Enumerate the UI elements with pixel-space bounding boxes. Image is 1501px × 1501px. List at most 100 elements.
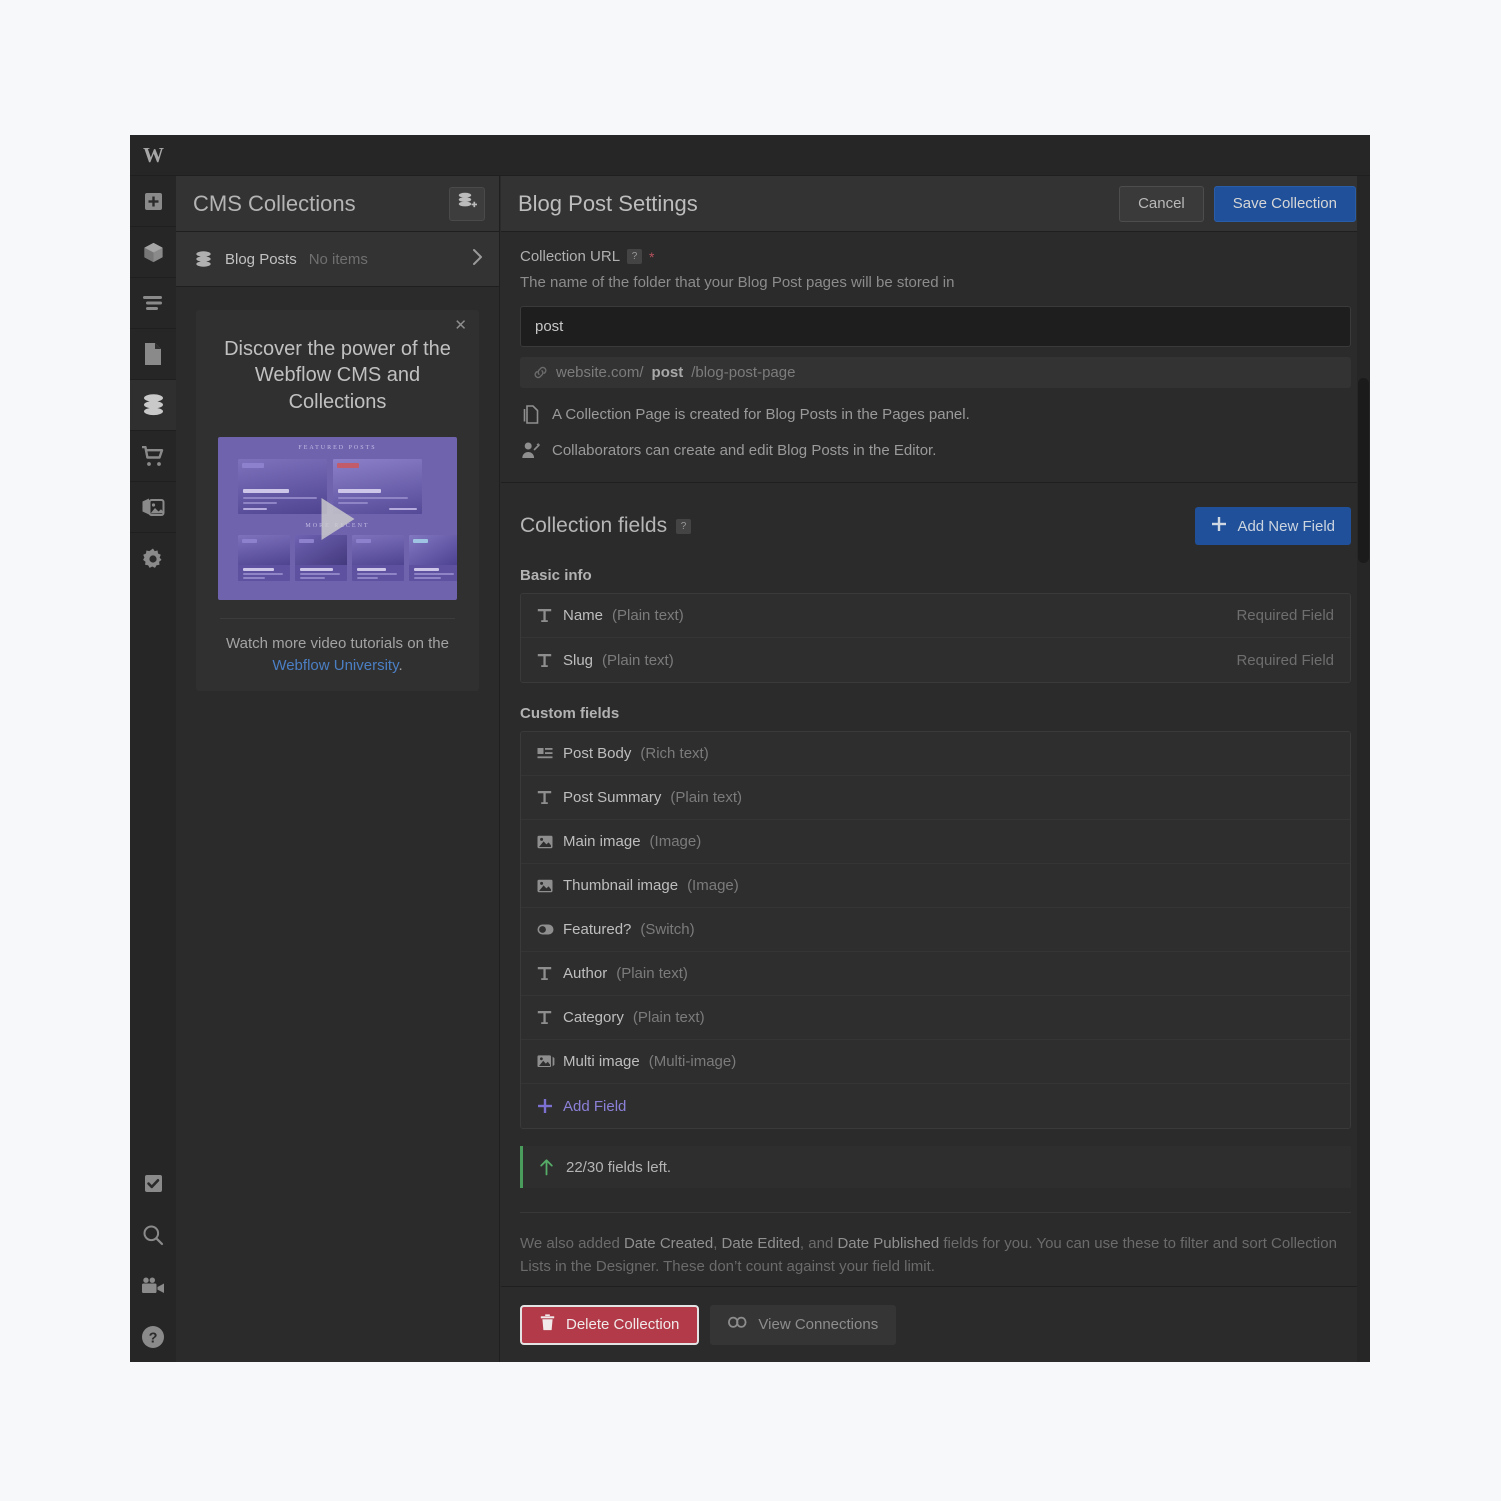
table-row[interactable]: Slug (Plain text) Required Field: [521, 638, 1350, 682]
question-mark-icon[interactable]: ?: [627, 249, 643, 264]
video-card: [238, 459, 327, 515]
field-type: (Plain text): [602, 651, 674, 669]
field-name: Post Summary: [563, 789, 662, 806]
promo-footer: Watch more video tutorials on the Webflo…: [218, 619, 457, 677]
sidebar-item-add-panel[interactable]: [130, 176, 176, 227]
scrollbar-track[interactable]: [1357, 176, 1370, 1362]
text-icon: [537, 653, 563, 668]
field-name: Post Body: [563, 745, 632, 762]
blog-post-settings-panel: Blog Post Settings Cancel Save Collectio…: [501, 176, 1370, 1362]
field-name: Category: [563, 1009, 624, 1026]
sidebar-item-settings[interactable]: [130, 533, 176, 584]
field-type: (Plain text): [670, 789, 743, 806]
switch-icon: [537, 924, 563, 935]
note-text: Collaborators can create and edit Blog P…: [552, 442, 937, 459]
footnote-part: ,: [713, 1235, 722, 1252]
table-row[interactable]: Author (Plain text): [521, 952, 1350, 996]
cancel-button[interactable]: Cancel: [1119, 185, 1204, 222]
close-icon[interactable]: ✕: [454, 318, 467, 333]
sidebar-item-help[interactable]: ?: [130, 1311, 176, 1362]
scrollbar-thumb[interactable]: [1358, 378, 1369, 563]
view-connections-button[interactable]: View Connections: [710, 1304, 897, 1345]
webflow-designer-window: W ? CMS Collections Blog Posts No items …: [130, 135, 1370, 1362]
table-row[interactable]: Multi image (Multi-image): [521, 1040, 1350, 1084]
video-card: [409, 535, 457, 582]
delete-collection-button[interactable]: Delete Collection: [520, 1304, 700, 1345]
sidebar-item-navigator[interactable]: [130, 278, 176, 329]
required-label: Required Field: [1236, 651, 1334, 669]
table-row[interactable]: Featured? (Switch): [521, 908, 1350, 952]
table-row[interactable]: Category (Plain text): [521, 996, 1350, 1040]
save-collection-button[interactable]: Save Collection: [1213, 185, 1356, 222]
field-name: Thumbnail image: [563, 877, 679, 894]
link-chain-icon: [728, 1316, 747, 1333]
video-featured-label: FEATURED POSTS: [298, 445, 377, 452]
text-icon: [537, 1010, 563, 1025]
link-icon: [533, 365, 548, 380]
view-connections-label: View Connections: [758, 1316, 879, 1333]
custom-fields-label: Custom fields: [520, 705, 620, 722]
cart-icon: [141, 445, 165, 467]
multi-image-icon: [537, 1054, 563, 1069]
sidebar-item-audit[interactable]: [130, 1158, 176, 1209]
play-icon[interactable]: [321, 497, 354, 540]
webflow-logo[interactable]: W: [130, 135, 176, 176]
video-card: [352, 535, 404, 582]
collections-header: CMS Collections: [176, 176, 499, 232]
field-type: (Plain text): [616, 965, 688, 982]
fields-quota-text: 22/30 fields left.: [566, 1158, 672, 1176]
sidebar-item-search[interactable]: [130, 1209, 176, 1260]
add-field-button[interactable]: Add Field: [521, 1084, 1350, 1128]
collection-url-label-row: Collection URL ? *: [520, 248, 1351, 265]
settings-header: Blog Post Settings Cancel Save Collectio…: [501, 176, 1370, 232]
video-camera-icon: [141, 1277, 165, 1294]
collection-item-blog-posts[interactable]: Blog Posts No items: [176, 232, 499, 287]
custom-fields-list: Post Body (Rich text) Post Summary (Plai…: [520, 731, 1351, 1129]
database-icon: [194, 250, 213, 268]
collection-fields-title: Collection fields: [520, 514, 668, 537]
gear-icon: [141, 547, 165, 571]
sidebar-item-cms[interactable]: [130, 380, 176, 431]
required-marker: *: [649, 248, 655, 265]
cube-icon: [142, 241, 165, 264]
images-icon: [141, 497, 165, 518]
page-icon: [143, 342, 163, 366]
left-icon-rail: ?: [130, 176, 176, 1362]
top-bar: W: [130, 135, 1370, 176]
sidebar-item-pages[interactable]: [130, 329, 176, 380]
table-row[interactable]: Thumbnail image (Image): [521, 864, 1350, 908]
user-edit-icon: [520, 441, 540, 460]
sidebar-item-components[interactable]: [130, 227, 176, 278]
note-collection-page: A Collection Page is created for Blog Po…: [520, 405, 1351, 424]
page-title: Blog Post Settings: [518, 190, 698, 216]
settings-scroll-area[interactable]: Collection URL ? * The name of the folde…: [501, 232, 1370, 1286]
plus-square-icon: [143, 191, 164, 212]
table-row[interactable]: Post Summary (Plain text): [521, 776, 1350, 820]
sidebar-item-video[interactable]: [130, 1260, 176, 1311]
field-name: Multi image: [563, 1053, 640, 1070]
footnote-part: , and: [799, 1235, 838, 1252]
preview-prefix: website.com/: [556, 364, 644, 381]
collection-url-input[interactable]: [520, 306, 1351, 347]
new-collection-button[interactable]: [449, 186, 485, 221]
date-created-label: Date Created: [623, 1235, 714, 1252]
preview-slug: post: [651, 364, 684, 381]
question-mark-icon[interactable]: ?: [676, 518, 692, 534]
table-row[interactable]: Name (Plain text) Required Field: [521, 594, 1350, 638]
table-row[interactable]: Post Body (Rich text): [521, 732, 1350, 776]
promo-video-thumbnail[interactable]: FEATURED POSTS MORE RECENT: [218, 437, 457, 601]
question-circle-icon: ?: [141, 1325, 165, 1349]
sidebar-item-ecommerce[interactable]: [130, 431, 176, 482]
collection-url-block: Collection URL ? * The name of the folde…: [501, 232, 1370, 483]
settings-footer-bar: Delete Collection View Connections: [501, 1286, 1370, 1362]
basic-info-label: Basic info: [520, 567, 592, 584]
add-new-field-button[interactable]: Add New Field: [1195, 507, 1351, 545]
table-row[interactable]: Main image (Image): [521, 820, 1350, 864]
basic-fields-list: Name (Plain text) Required Field Slug (P…: [520, 593, 1351, 683]
sidebar-item-assets[interactable]: [130, 482, 176, 533]
plus-icon: [1211, 516, 1227, 536]
search-icon: [142, 1224, 164, 1246]
field-name: Name: [563, 607, 604, 624]
webflow-university-link[interactable]: Webflow University: [272, 657, 398, 674]
field-name: Slug: [563, 651, 594, 669]
